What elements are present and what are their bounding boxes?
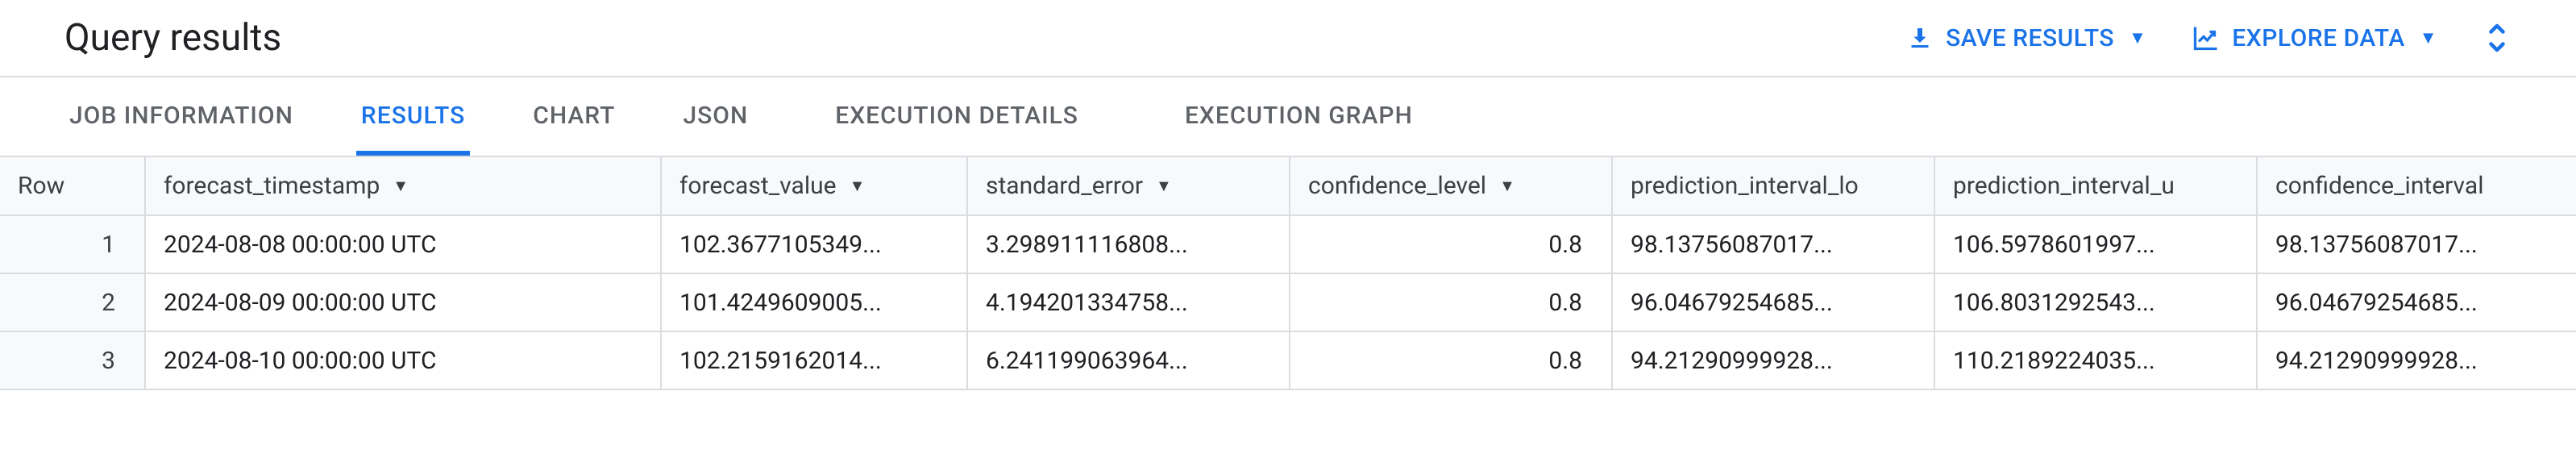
- table-row: 2 2024-08-09 00:00:00 UTC 101.4249609005…: [0, 273, 2576, 331]
- column-label: prediction_interval_u: [1953, 172, 2175, 200]
- cell-confidence-level: 0.8: [1290, 215, 1612, 273]
- cell-standard-error: 6.241199063964...: [967, 331, 1290, 389]
- column-label: confidence_interval: [2275, 172, 2484, 200]
- table-row: 1 2024-08-08 00:00:00 UTC 102.3677105349…: [0, 215, 2576, 273]
- explore-data-button[interactable]: EXPLORE DATA ▼: [2192, 23, 2437, 52]
- expand-collapse-button[interactable]: [2483, 19, 2512, 57]
- results-table: Row forecast_timestamp▼ forecast_value▼ …: [0, 157, 2576, 390]
- column-label: confidence_level: [1308, 172, 1486, 200]
- download-icon: [1905, 23, 1934, 52]
- sort-caret-icon: ▼: [850, 176, 866, 196]
- cell-prediction-interval-lower: 94.21290999928...: [1612, 331, 1934, 389]
- cell-prediction-interval-lower: 96.04679254685...: [1612, 273, 1934, 331]
- cell-prediction-interval-upper: 110.2189224035...: [1934, 331, 2257, 389]
- cell-forecast-value: 102.2159162014...: [661, 331, 967, 389]
- results-header: Query results SAVE RESULTS ▼ EXPLORE DAT…: [0, 0, 2576, 77]
- cell-prediction-interval-upper: 106.5978601997...: [1934, 215, 2257, 273]
- table-row: 3 2024-08-10 00:00:00 UTC 102.2159162014…: [0, 331, 2576, 389]
- caret-down-icon: ▼: [2129, 27, 2146, 48]
- cell-confidence-level: 0.8: [1290, 331, 1612, 389]
- cell-confidence-interval: 96.04679254685...: [2257, 273, 2576, 331]
- save-results-label: SAVE RESULTS: [1946, 24, 2114, 52]
- column-header-prediction-interval-lower[interactable]: prediction_interval_lo: [1612, 157, 1934, 215]
- results-tabs: JOB INFORMATION RESULTS CHART JSON EXECU…: [0, 77, 2576, 157]
- column-header-forecast-value[interactable]: forecast_value ▼: [661, 157, 967, 215]
- table-header-row: Row forecast_timestamp▼ forecast_value▼ …: [0, 157, 2576, 215]
- cell-prediction-interval-lower: 98.13756087017...: [1612, 215, 1934, 273]
- cell-confidence-level: 0.8: [1290, 273, 1612, 331]
- chart-up-icon: [2192, 23, 2221, 52]
- column-header-forecast-timestamp[interactable]: forecast_timestamp ▼: [145, 157, 661, 215]
- cell-confidence-interval: 98.13756087017...: [2257, 215, 2576, 273]
- cell-row-num: 3: [0, 331, 145, 389]
- tab-job-information[interactable]: JOB INFORMATION: [64, 77, 298, 156]
- tab-json[interactable]: JSON: [678, 77, 753, 156]
- sort-caret-icon: ▼: [1499, 176, 1515, 196]
- column-label: Row: [18, 172, 64, 200]
- unfold-icon: [2483, 19, 2512, 57]
- cell-forecast-timestamp: 2024-08-10 00:00:00 UTC: [145, 331, 661, 389]
- column-label: standard_error: [986, 172, 1143, 200]
- cell-prediction-interval-upper: 106.8031292543...: [1934, 273, 2257, 331]
- cell-forecast-value: 102.3677105349...: [661, 215, 967, 273]
- column-label: forecast_timestamp: [164, 172, 380, 200]
- cell-standard-error: 4.194201334758...: [967, 273, 1290, 331]
- header-actions: SAVE RESULTS ▼ EXPLORE DATA ▼: [1905, 19, 2512, 57]
- page-title: Query results: [64, 16, 281, 60]
- caret-down-icon: ▼: [2420, 27, 2437, 48]
- cell-confidence-interval: 94.21290999928...: [2257, 331, 2576, 389]
- save-results-button[interactable]: SAVE RESULTS ▼: [1905, 23, 2146, 52]
- column-header-row[interactable]: Row: [0, 157, 145, 215]
- sort-caret-icon: ▼: [393, 176, 409, 196]
- tab-results[interactable]: RESULTS: [356, 77, 470, 156]
- column-label: forecast_value: [679, 172, 837, 200]
- cell-row-num: 1: [0, 215, 145, 273]
- column-header-confidence-interval[interactable]: confidence_interval: [2257, 157, 2576, 215]
- column-label: prediction_interval_lo: [1631, 172, 1859, 200]
- cell-row-num: 2: [0, 273, 145, 331]
- column-header-standard-error[interactable]: standard_error ▼: [967, 157, 1290, 215]
- cell-forecast-value: 101.4249609005...: [661, 273, 967, 331]
- explore-data-label: EXPLORE DATA: [2232, 24, 2404, 52]
- tab-chart[interactable]: CHART: [528, 77, 620, 156]
- sort-caret-icon: ▼: [1156, 176, 1172, 196]
- column-header-confidence-level[interactable]: confidence_level ▼: [1290, 157, 1612, 215]
- cell-forecast-timestamp: 2024-08-09 00:00:00 UTC: [145, 273, 661, 331]
- column-header-prediction-interval-upper[interactable]: prediction_interval_u: [1934, 157, 2257, 215]
- tab-execution-details[interactable]: EXECUTION DETAILS: [830, 77, 1083, 156]
- cell-standard-error: 3.298911116808...: [967, 215, 1290, 273]
- table-body: 1 2024-08-08 00:00:00 UTC 102.3677105349…: [0, 215, 2576, 389]
- tab-execution-graph[interactable]: EXECUTION GRAPH: [1180, 77, 1418, 156]
- cell-forecast-timestamp: 2024-08-08 00:00:00 UTC: [145, 215, 661, 273]
